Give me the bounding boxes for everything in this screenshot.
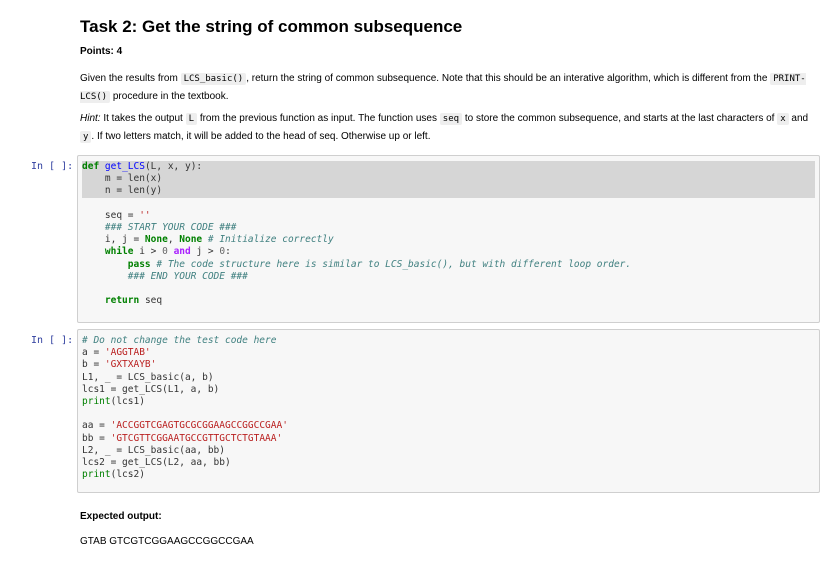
expected-output-value: GTAB GTCGTCGGAAGCCGGCCGAA (80, 536, 254, 547)
points-label: Points: 4 (80, 46, 123, 57)
cell-prompt-1: In [ ]: (31, 161, 74, 172)
task-description: Given the results from LCS_basic(), retu… (80, 73, 806, 103)
expected-output-label: Expected output: (80, 511, 162, 522)
task-heading: Task 2: Get the string of common subsequ… (80, 17, 463, 36)
code-editor-2[interactable]: # Do not change the test code here a = '… (78, 330, 819, 486)
code-editor-1[interactable]: def get_LCS(L, x, y): m = len(x) n = len… (78, 156, 819, 312)
inline-code-x: x (777, 113, 789, 125)
inline-code-L: L (185, 113, 198, 125)
code-cell-get-lcs[interactable]: def get_LCS(L, x, y): m = len(x) n = len… (77, 155, 820, 323)
inline-code-lcs-basic: LCS_basic() (180, 73, 247, 85)
inline-code-y: y (80, 131, 92, 143)
inline-code-seq: seq (439, 113, 463, 125)
hint-text: Hint: It takes the output L from the pre… (80, 113, 809, 143)
code-cell-test[interactable]: # Do not change the test code here a = '… (77, 329, 820, 493)
cell-prompt-2: In [ ]: (31, 335, 74, 346)
